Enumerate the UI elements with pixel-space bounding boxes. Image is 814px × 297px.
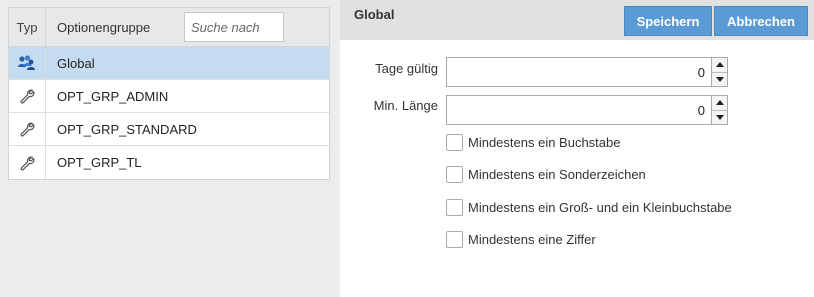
option-detail-panel: Global Speichern Abbrechen Tage gültig 0… xyxy=(340,0,814,297)
table-row-opt-grp-admin[interactable]: OPT_GRP_ADMIN xyxy=(9,80,329,113)
wrench-icon xyxy=(9,146,46,179)
search-input[interactable] xyxy=(184,12,284,42)
checkbox-label: Mindestens ein Sonderzeichen xyxy=(468,167,646,182)
increment-button[interactable] xyxy=(712,58,727,73)
tage-gueltig-spinner xyxy=(711,58,727,86)
option-group-table: Typ Optionengruppe Global xyxy=(8,7,330,180)
table-row-opt-grp-standard[interactable]: OPT_GRP_STANDARD xyxy=(9,113,329,146)
caret-down-icon xyxy=(715,114,724,120)
decrement-button[interactable] xyxy=(712,72,727,86)
tage-gueltig-value: 0 xyxy=(697,65,705,80)
min-laenge-value: 0 xyxy=(697,103,705,118)
detail-header: Global Speichern Abbrechen xyxy=(340,0,814,40)
checkbox-row-sonderzeichen[interactable]: Mindestens ein Sonderzeichen xyxy=(446,166,646,183)
table-header: Typ Optionengruppe xyxy=(9,8,329,47)
checkbox-row-buchstabe[interactable]: Mindestens ein Buchstabe xyxy=(446,134,620,151)
table-row-global[interactable]: Global xyxy=(9,47,329,80)
decrement-button[interactable] xyxy=(712,110,727,124)
save-button[interactable]: Speichern xyxy=(624,6,712,36)
caret-up-icon xyxy=(715,100,724,106)
checkbox-label: Mindestens ein Groß- und ein Kleinbuchst… xyxy=(468,200,732,215)
checkbox[interactable] xyxy=(446,231,463,248)
wrench-icon xyxy=(9,80,46,112)
row-label: OPT_GRP_TL xyxy=(57,155,142,170)
tage-gueltig-field[interactable]: 0 xyxy=(446,57,728,87)
users-group-icon xyxy=(9,47,46,79)
row-label: OPT_GRP_STANDARD xyxy=(57,121,197,137)
checkbox-label: Mindestens ein Buchstabe xyxy=(468,135,621,150)
checkbox[interactable] xyxy=(446,134,463,151)
min-laenge-label: Min. Länge xyxy=(373,98,438,113)
row-label: OPT_GRP_ADMIN xyxy=(57,88,169,104)
table-row-opt-grp-tl[interactable]: OPT_GRP_TL xyxy=(9,146,329,179)
cancel-button[interactable]: Abbrechen xyxy=(714,6,808,36)
column-header-typ[interactable]: Typ xyxy=(9,8,46,46)
min-laenge-spinner xyxy=(711,96,727,124)
caret-up-icon xyxy=(715,62,724,68)
checkbox-row-gross-klein[interactable]: Mindestens ein Groß- und ein Kleinbuchst… xyxy=(446,199,732,216)
min-laenge-field[interactable]: 0 xyxy=(446,95,728,125)
tage-gueltig-label: Tage gültig xyxy=(375,61,438,76)
checkbox-label: Mindestens eine Ziffer xyxy=(468,232,596,247)
page-title: Global xyxy=(354,7,395,22)
wrench-icon xyxy=(9,113,46,145)
option-group-panel: Typ Optionengruppe Global xyxy=(0,0,340,297)
checkbox-row-ziffer[interactable]: Mindestens eine Ziffer xyxy=(446,231,596,248)
increment-button[interactable] xyxy=(712,96,727,111)
caret-down-icon xyxy=(715,76,724,82)
checkbox[interactable] xyxy=(446,199,463,216)
row-label: Global xyxy=(57,55,95,71)
checkbox[interactable] xyxy=(446,166,463,183)
